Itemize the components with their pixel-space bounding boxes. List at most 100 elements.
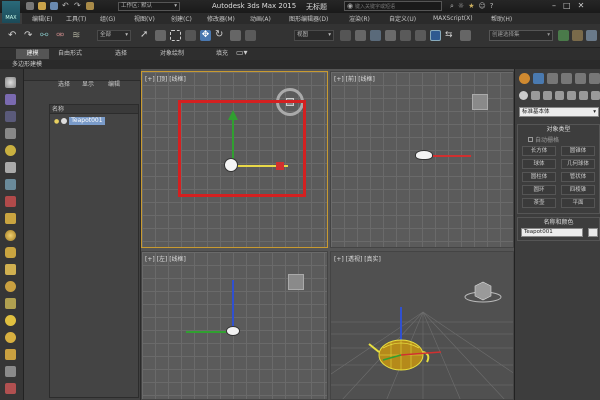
menu-graph-editors[interactable]: 图形编辑器(D) bbox=[289, 14, 349, 23]
geometry-icon[interactable] bbox=[519, 91, 528, 100]
selection-filter-dropdown[interactable]: 全部 ▾ bbox=[97, 30, 131, 41]
object-name-field[interactable]: Teapot001 bbox=[521, 228, 583, 237]
viewport-label-left[interactable]: [+] [左] [线框] bbox=[145, 254, 186, 263]
motion-tab-icon[interactable] bbox=[561, 73, 572, 84]
menu-edit[interactable]: 编辑(E) bbox=[32, 14, 66, 23]
redo-icon[interactable]: ↷ bbox=[24, 31, 35, 42]
viewcube-left[interactable] bbox=[288, 274, 304, 290]
ribbon-tab-object-paint[interactable]: 对象绘制 bbox=[160, 49, 184, 59]
plane-icon[interactable] bbox=[5, 298, 16, 309]
teapot-front[interactable] bbox=[415, 150, 433, 160]
unlink-icon[interactable]: ⚮ bbox=[56, 31, 67, 42]
sign-in-icon[interactable]: ☺ bbox=[478, 2, 485, 11]
open-file-icon[interactable] bbox=[38, 2, 46, 10]
redo-icon[interactable]: ↷ bbox=[74, 2, 82, 10]
viewcube-front[interactable] bbox=[472, 94, 488, 110]
ribbon-tab-freeform[interactable]: 自由形式 bbox=[58, 49, 82, 59]
geosphere-icon[interactable] bbox=[5, 332, 16, 343]
scene-tab-edit[interactable]: 编辑 bbox=[108, 79, 120, 88]
ribbon-tab-modeling[interactable]: 建模 bbox=[16, 49, 49, 59]
angle-snap-icon[interactable] bbox=[385, 30, 396, 41]
select-and-rotate-icon[interactable]: ↻ bbox=[215, 30, 226, 41]
percent-snap-icon[interactable] bbox=[400, 30, 411, 41]
category-dropdown[interactable]: 标准基本体 ▾ bbox=[519, 107, 599, 117]
plane-button[interactable]: 平面 bbox=[561, 198, 595, 208]
helper-icon[interactable] bbox=[5, 179, 16, 190]
teapot-top-gizmo[interactable] bbox=[224, 158, 238, 172]
space-warp-icon[interactable] bbox=[5, 196, 16, 207]
communication-center-icon[interactable]: ☼ bbox=[458, 2, 464, 11]
lightbulb-icon[interactable]: ● bbox=[54, 118, 59, 125]
select-and-link-icon[interactable]: ⚯ bbox=[40, 31, 51, 42]
torus-icon[interactable] bbox=[5, 281, 16, 292]
menu-customize[interactable]: 自定义(U) bbox=[389, 14, 433, 23]
autogrid-checkbox[interactable]: 自动栅格 bbox=[528, 135, 559, 144]
new-file-icon[interactable] bbox=[26, 2, 34, 10]
pivot-center-icon[interactable] bbox=[340, 30, 351, 41]
list-item[interactable]: ● Teapot001 bbox=[50, 116, 138, 126]
named-selection-sets[interactable]: 创建选择集 ▾ bbox=[489, 30, 553, 41]
menu-modifiers[interactable]: 修改器(M) bbox=[207, 14, 250, 23]
help-icon[interactable]: ? bbox=[490, 2, 494, 11]
modify-tab-icon[interactable] bbox=[533, 73, 544, 84]
menu-help[interactable]: 帮助(H) bbox=[491, 14, 527, 23]
hierarchy-tab-icon[interactable] bbox=[547, 73, 558, 84]
box-icon[interactable] bbox=[5, 213, 16, 224]
scene-tab-select[interactable]: 选择 bbox=[58, 79, 70, 88]
render-icon[interactable] bbox=[586, 30, 597, 41]
viewport-label-top[interactable]: [+] [顶] [线框] bbox=[145, 74, 186, 83]
mirror-icon[interactable]: ⇆ bbox=[445, 30, 456, 41]
edit-named-selection-icon[interactable] bbox=[430, 30, 441, 41]
ribbon-tab-populate[interactable]: 填充 bbox=[216, 49, 228, 59]
cone-button[interactable]: 圆锥体 bbox=[561, 146, 595, 156]
window-crossing-icon[interactable] bbox=[185, 30, 196, 41]
particle-icon[interactable] bbox=[5, 366, 16, 377]
pyramid-button[interactable]: 四棱锥 bbox=[561, 185, 595, 195]
ribbon-subtab-polygon-modeling[interactable]: 多边形建模 bbox=[12, 60, 42, 69]
favorites-star-icon[interactable]: ★ bbox=[468, 2, 474, 11]
geosphere-button[interactable]: 几何球体 bbox=[561, 159, 595, 169]
snaps-toggle-icon[interactable] bbox=[370, 30, 381, 41]
select-by-name-icon[interactable] bbox=[155, 30, 166, 41]
create-tab-icon[interactable] bbox=[519, 73, 530, 84]
menu-tools[interactable]: 工具(T) bbox=[66, 14, 100, 23]
systems-icon[interactable] bbox=[591, 91, 600, 100]
place-icon[interactable] bbox=[245, 30, 256, 41]
undo-icon[interactable]: ↶ bbox=[8, 31, 19, 42]
cameras-icon[interactable] bbox=[555, 91, 564, 100]
column-header[interactable]: 名称 bbox=[50, 105, 138, 114]
menu-animation[interactable]: 动画(A) bbox=[250, 14, 289, 23]
tube-button[interactable]: 管状体 bbox=[561, 172, 595, 182]
workspace-dropdown[interactable]: 工作区: 默认 ▾ bbox=[118, 2, 180, 11]
ribbon-tab-selection[interactable]: 选择 bbox=[115, 49, 127, 59]
teapot-button[interactable]: 茶壶 bbox=[522, 198, 556, 208]
utilities-tab-icon[interactable] bbox=[589, 73, 600, 84]
maximize-icon[interactable]: □ bbox=[563, 1, 571, 10]
sun-icon[interactable] bbox=[5, 315, 16, 326]
shapes-icon[interactable] bbox=[531, 91, 540, 100]
rollout-header-object-type[interactable]: 对象类型 bbox=[518, 125, 599, 134]
box-button[interactable]: 长方体 bbox=[522, 146, 556, 156]
helpers-icon[interactable] bbox=[567, 91, 576, 100]
select-and-move-icon[interactable]: ✥ bbox=[200, 30, 211, 41]
teapot-icon[interactable] bbox=[5, 77, 16, 88]
menu-maxscript[interactable]: MAXScript(X) bbox=[433, 15, 491, 22]
display-tab-icon[interactable] bbox=[575, 73, 586, 84]
viewport-left[interactable]: [+] [左] [线框] bbox=[141, 251, 328, 400]
select-and-scale-icon[interactable] bbox=[230, 30, 241, 41]
select-object-icon[interactable]: ➚ bbox=[140, 30, 151, 41]
cylinder-button[interactable]: 圆柱体 bbox=[522, 172, 556, 182]
search-go-icon[interactable]: ⌕ bbox=[450, 2, 454, 11]
object-color-swatch[interactable] bbox=[588, 228, 598, 237]
menu-create[interactable]: 创建(C) bbox=[171, 14, 207, 23]
sphere-icon[interactable] bbox=[5, 230, 16, 241]
layer-icon[interactable] bbox=[5, 111, 16, 122]
save-file-icon[interactable] bbox=[50, 2, 58, 10]
viewport-top[interactable]: [+] [顶] [线框] bbox=[141, 71, 328, 248]
viewport-label-front[interactable]: [+] [前] [线框] bbox=[334, 74, 375, 83]
cone-icon[interactable] bbox=[5, 264, 16, 275]
rectangular-selection-icon[interactable] bbox=[170, 30, 181, 41]
menu-rendering[interactable]: 渲染(R) bbox=[349, 14, 389, 23]
app-logo-icon[interactable]: MAX bbox=[2, 1, 20, 23]
undo-icon[interactable]: ↶ bbox=[62, 2, 70, 10]
